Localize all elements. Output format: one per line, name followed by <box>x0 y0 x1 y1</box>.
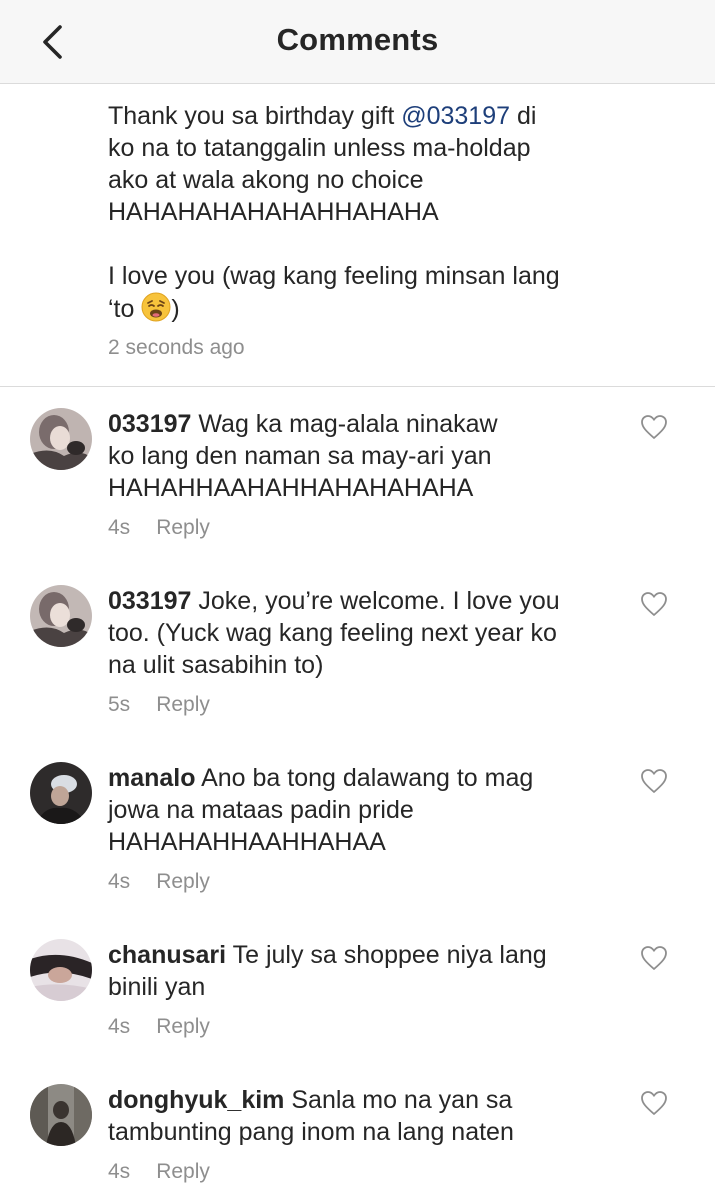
comment-meta: 5s Reply <box>108 693 210 717</box>
comment-text: 033197 Wag ka mag-alala ninakaw ko lang d… <box>108 408 618 504</box>
post-caption: Thank you sa birthday gift @033197 di ko… <box>108 100 628 325</box>
comment-body: too. (Yuck wag kang feeling next year ko <box>108 619 557 647</box>
reply-button[interactable]: Reply <box>156 870 210 893</box>
comment-meta: 4s Reply <box>108 1015 210 1039</box>
comment-body: Sanla mo na yan sa <box>284 1086 513 1114</box>
comment-timestamp: 4s <box>108 870 131 893</box>
comment-meta: 4s Reply <box>108 1160 210 1184</box>
comment-timestamp: 5s <box>108 693 131 716</box>
header-bar: Comments <box>0 0 715 84</box>
comment-body: Joke, you’re welcome. I love you <box>191 587 560 615</box>
caption-mention-link[interactable]: @033197 <box>401 102 510 130</box>
comment-body: HAHAHAHHAAHHAHAA <box>108 828 386 856</box>
comment-body: na ulit sasabihin to) <box>108 651 324 679</box>
heart-icon <box>641 769 667 793</box>
like-button[interactable] <box>640 1090 668 1116</box>
comment-body: jowa na mataas padin pride <box>108 796 414 824</box>
page-title: Comments <box>276 22 439 57</box>
caption-line: I love you (wag kang feeling minsan lang <box>108 262 560 290</box>
comment-meta: 4s Reply <box>108 516 210 540</box>
comment-body: HAHAHHAAHAHHAHAHAHAHA <box>108 474 474 502</box>
comment-body: Ano ba tong dalawang to mag <box>195 764 534 792</box>
comment-text: donghyuk_kim Sanla mo na yan sa tambuntin… <box>108 1084 618 1148</box>
caption-line: ako at wala akong no choice <box>108 166 424 194</box>
caption-text: Thank you sa birthday gift <box>108 102 402 130</box>
caption-text: ) <box>171 295 180 323</box>
comment-username[interactable]: 033197 <box>108 410 191 438</box>
comment-body: binili yan <box>108 973 206 1001</box>
like-button[interactable] <box>640 591 668 617</box>
comment-timestamp: 4s <box>108 516 131 539</box>
comment-body: ko lang den naman sa may-ari yan <box>108 442 492 470</box>
heart-icon <box>641 1091 667 1115</box>
comment-body: Te july sa shoppee niya lang <box>226 941 547 969</box>
comment-username[interactable]: 033197 <box>108 587 191 615</box>
caption-timestamp: 2 seconds ago <box>108 336 245 359</box>
caption-text: ‘to <box>108 295 142 323</box>
comment-text: 033197 Joke, you’re welcome. I love you t… <box>108 585 618 681</box>
heart-icon <box>641 592 667 616</box>
comment-timestamp: 4s <box>108 1015 131 1038</box>
avatar[interactable] <box>30 939 92 1001</box>
comment-username[interactable]: chanusari <box>108 941 226 969</box>
reply-button[interactable]: Reply <box>156 1160 210 1183</box>
like-button[interactable] <box>640 414 668 440</box>
avatar[interactable] <box>30 762 92 824</box>
like-button[interactable] <box>640 945 668 971</box>
reply-button[interactable]: Reply <box>156 1015 210 1038</box>
reply-button[interactable]: Reply <box>156 693 210 716</box>
avatar[interactable] <box>30 408 92 470</box>
avatar[interactable] <box>30 1084 92 1146</box>
reply-button[interactable]: Reply <box>156 516 210 539</box>
heart-icon <box>641 415 667 439</box>
comment-text: manalo Ano ba tong dalawang to mag jowa n… <box>108 762 618 858</box>
caption-line: HAHAHAHAHAHAHHAHAHA <box>108 198 439 226</box>
caption-line: ‘to ) <box>108 292 628 325</box>
like-button[interactable] <box>640 768 668 794</box>
avatar[interactable] <box>30 585 92 647</box>
weary-face-emoji-icon <box>141 292 171 322</box>
caption-line: Thank you sa birthday gift @033197 di <box>108 100 628 132</box>
comment-body: tambunting pang inom na lang naten <box>108 1118 514 1146</box>
comment-timestamp: 4s <box>108 1160 131 1183</box>
comment-body: Wag ka mag-alala ninakaw <box>191 410 498 438</box>
comment-text: chanusari Te july sa shoppee niya lang bi… <box>108 939 618 1003</box>
comment-username[interactable]: manalo <box>108 764 196 792</box>
caption-line: ko na to tatanggalin unless ma-holdap <box>108 134 531 162</box>
caption-text: di <box>510 102 537 130</box>
comment-username[interactable]: donghyuk_kim <box>108 1086 284 1114</box>
heart-icon <box>641 946 667 970</box>
comment-meta: 4s Reply <box>108 870 210 894</box>
divider <box>0 386 715 387</box>
